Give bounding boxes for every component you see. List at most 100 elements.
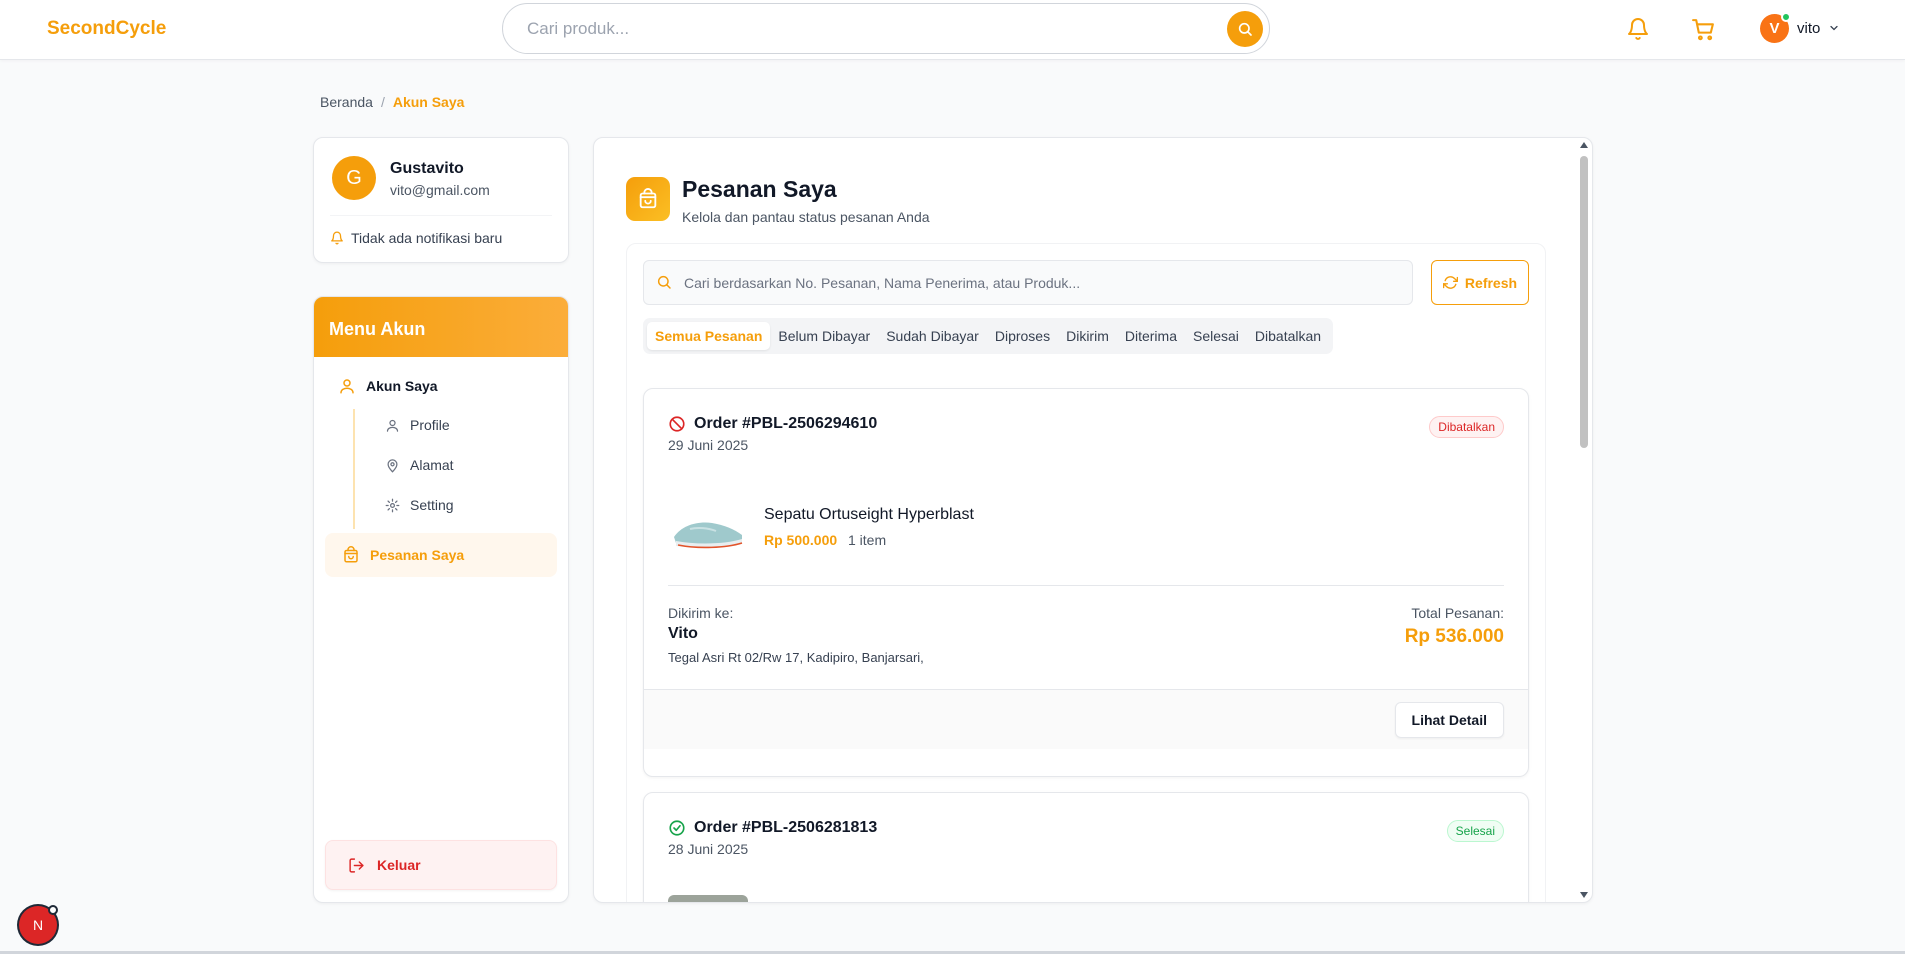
menu-item-label: Akun Saya xyxy=(366,378,438,394)
tab-selesai[interactable]: Selesai xyxy=(1185,322,1247,350)
order-card: Order #PBL-2506294610 29 Juni 2025 Dibat… xyxy=(643,388,1529,777)
tab-diproses[interactable]: Diproses xyxy=(987,322,1058,350)
search-icon xyxy=(657,275,671,289)
dev-tools-letter: N xyxy=(32,917,44,933)
notification-text: Tidak ada notifikasi baru xyxy=(351,230,503,246)
menu-item-label: Profile xyxy=(410,417,450,433)
shoe-image xyxy=(668,501,748,561)
page-title: Pesanan Saya xyxy=(682,176,837,202)
submenu-line xyxy=(353,409,355,529)
notification-status: Tidak ada notifikasi baru xyxy=(330,230,502,246)
product-image[interactable] xyxy=(668,501,748,561)
tab-belum-dibayar[interactable]: Belum Dibayar xyxy=(770,322,878,350)
breadcrumb-current: Akun Saya xyxy=(392,94,465,110)
menu-item-pesanan-saya[interactable]: Pesanan Saya xyxy=(325,533,557,577)
search-button[interactable] xyxy=(1227,11,1263,47)
cart-icon xyxy=(1691,18,1714,40)
scrollbar[interactable] xyxy=(1577,140,1591,900)
logout-icon xyxy=(349,857,364,873)
order-status-tabs: Semua Pesanan Belum Dibayar Sudah Dibaya… xyxy=(643,318,1334,354)
product-price: Rp 500.000 xyxy=(764,532,838,548)
product-search-input[interactable] xyxy=(527,17,1187,41)
orders-title-badge xyxy=(626,177,670,221)
map-pin-icon xyxy=(387,458,398,473)
dev-tools-badge[interactable]: N xyxy=(19,905,58,944)
refresh-icon xyxy=(1442,276,1458,289)
bell-icon xyxy=(331,231,343,245)
scroll-thumb[interactable] xyxy=(1580,156,1588,448)
recipient-name: Vito xyxy=(668,625,698,642)
menu-item-setting[interactable]: Setting xyxy=(385,497,454,513)
user-menu-button[interactable]: V vito xyxy=(1760,11,1840,43)
menu-item-profile[interactable]: Profile xyxy=(385,417,450,433)
chevron-down-icon xyxy=(1830,25,1838,31)
ban-icon xyxy=(669,416,685,432)
page-subtitle: Kelola dan pantau status pesanan Anda xyxy=(682,209,930,225)
menu-item-label: Setting xyxy=(410,497,454,513)
order-header: Order #PBL-2506294610 xyxy=(668,415,877,433)
status-badge: Dibatalkan xyxy=(1429,416,1504,438)
tab-diterima[interactable]: Diterima xyxy=(1117,322,1185,350)
status-badge: Selesai xyxy=(1446,820,1504,842)
product-name[interactable]: Sepatu Ortuseight Hyperblast xyxy=(764,506,974,524)
user-initial: V xyxy=(1769,19,1780,37)
user-icon xyxy=(340,379,354,394)
tab-semua-pesanan[interactable]: Semua Pesanan xyxy=(647,322,771,350)
cart-button[interactable] xyxy=(1688,14,1718,44)
order-search-box xyxy=(643,260,1413,305)
total-value: Rp 536.000 xyxy=(1404,626,1504,647)
shopping-bag-icon xyxy=(344,546,358,563)
divider xyxy=(668,585,1504,586)
profile-card: G Gustavito vito@gmail.com Tidak ada not… xyxy=(313,137,569,263)
order-id: Order #PBL-2506294610 xyxy=(694,415,878,432)
profile-email: vito@gmail.com xyxy=(390,182,490,198)
scroll-down-arrow[interactable] xyxy=(1580,892,1588,898)
tab-dikirim[interactable]: Dikirim xyxy=(1058,322,1117,350)
notification-button[interactable] xyxy=(1623,14,1653,44)
order-date: 29 Juni 2025 xyxy=(668,437,749,453)
breadcrumb-home[interactable]: Beranda xyxy=(320,94,373,110)
bell-icon xyxy=(1628,18,1648,40)
shopping-bag-icon xyxy=(639,188,657,209)
profile-avatar: G xyxy=(332,156,376,200)
scroll-up-arrow[interactable] xyxy=(1580,142,1588,148)
product-quantity: 1 item xyxy=(848,532,887,548)
user-avatar: V xyxy=(1760,11,1791,43)
online-status-dot xyxy=(1781,11,1791,22)
product-image[interactable] xyxy=(668,895,748,902)
total-label: Total Pesanan: xyxy=(1411,605,1504,621)
user-icon xyxy=(386,419,399,432)
menu-title: Menu Akun xyxy=(314,297,568,357)
tab-dibatalkan[interactable]: Dibatalkan xyxy=(1247,322,1329,350)
dev-tools-dot xyxy=(48,905,58,915)
gear-icon xyxy=(385,498,400,512)
orders-panel: Pesanan Saya Kelola dan pantau status pe… xyxy=(593,137,1593,903)
logout-button[interactable]: Keluar xyxy=(325,840,557,890)
order-search-input[interactable] xyxy=(684,273,1384,293)
logout-label: Keluar xyxy=(377,857,421,873)
refresh-label: Refresh xyxy=(1464,274,1518,291)
order-card: Order #PBL-2506281813 28 Juni 2025 Seles… xyxy=(643,792,1529,902)
order-footer: Lihat Detail xyxy=(644,689,1528,749)
menu-item-label: Alamat xyxy=(410,457,454,473)
profile-name: Gustavito xyxy=(390,160,464,177)
divider xyxy=(330,215,552,216)
view-detail-button[interactable]: Lihat Detail xyxy=(1394,702,1504,738)
user-name: vito xyxy=(1797,19,1821,37)
top-navbar: SecondCycle V vito xyxy=(0,0,1905,60)
shipping-address: Tegal Asri Rt 02/Rw 17, Kadipiro, Banjar… xyxy=(668,650,924,665)
breadcrumb-separator: / xyxy=(380,94,385,110)
order-date: 28 Juni 2025 xyxy=(668,841,749,857)
product-search-bar xyxy=(502,3,1270,54)
account-menu: Menu Akun Akun Saya Profile Alamat Setti… xyxy=(313,296,569,903)
order-id: Order #PBL-2506281813 xyxy=(694,819,878,836)
check-circle-icon xyxy=(669,820,685,836)
logo[interactable]: SecondCycle xyxy=(47,18,166,40)
search-icon xyxy=(1238,22,1252,36)
breadcrumb: Beranda / Akun Saya xyxy=(320,94,464,110)
shipping-label: Dikirim ke: xyxy=(668,605,734,621)
menu-item-akun-saya[interactable]: Akun Saya xyxy=(338,377,438,395)
refresh-button[interactable]: Refresh xyxy=(1431,260,1529,305)
menu-item-alamat[interactable]: Alamat xyxy=(385,457,454,473)
tab-sudah-dibayar[interactable]: Sudah Dibayar xyxy=(878,322,987,350)
